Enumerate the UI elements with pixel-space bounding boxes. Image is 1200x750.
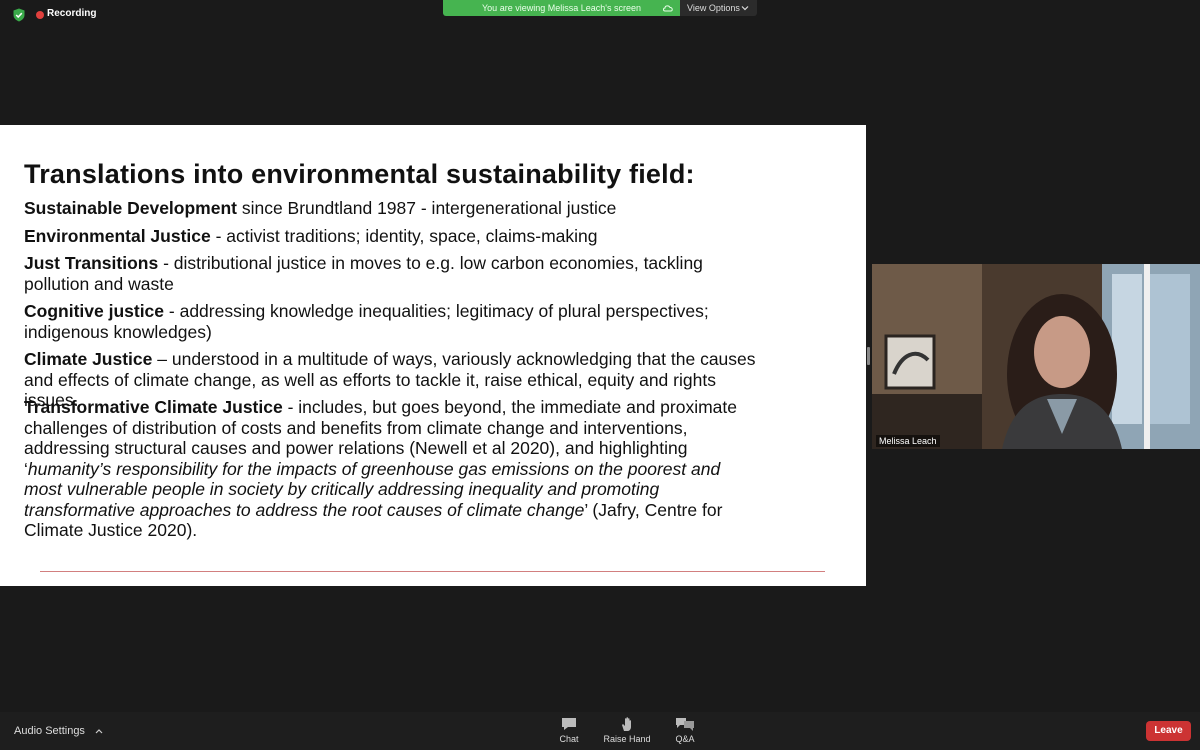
raise-hand-label: Raise Hand <box>603 734 651 744</box>
top-status-bar: Recording You are viewing Melissa Leach'… <box>0 0 1200 30</box>
audio-settings-button[interactable]: Audio Settings <box>14 725 85 737</box>
slide-paragraph: Cognitive justice - addressing knowledge… <box>24 301 759 342</box>
qa-label: Q&A <box>675 734 695 744</box>
qa-button[interactable]: Q&A <box>655 716 715 744</box>
recording-label: Recording <box>47 8 97 19</box>
raise-hand-button[interactable]: Raise Hand <box>597 716 657 744</box>
view-options-label: View Options <box>687 3 740 13</box>
qa-icon <box>676 718 694 731</box>
slide-divider <box>40 571 825 572</box>
paragraph-term: Cognitive justice <box>24 301 165 321</box>
cloud-icon <box>663 5 673 12</box>
chat-icon <box>562 718 576 730</box>
view-options-button[interactable]: View Options <box>680 0 757 16</box>
slide-title: Translations into environmental sustaina… <box>24 159 695 189</box>
leave-button[interactable]: Leave <box>1146 721 1191 741</box>
paragraph-text: since Brundtland 1987 - intergenerationa… <box>236 198 617 218</box>
participant-video-feed <box>872 264 1200 449</box>
recording-indicator-icon <box>36 11 44 19</box>
paragraph-term: Transformative Climate Justice <box>24 397 283 417</box>
chevron-down-icon <box>741 6 749 11</box>
chat-label: Chat <box>559 734 579 744</box>
participant-video-tile[interactable]: Melissa Leach <box>872 264 1200 449</box>
shield-icon <box>13 8 25 22</box>
paragraph-term: Just Transitions <box>24 253 159 273</box>
viewing-screen-banner: You are viewing Melissa Leach's screen <box>443 0 680 16</box>
participant-name-label: Melissa Leach <box>876 435 940 447</box>
slide-paragraph: Sustainable Development since Brundtland… <box>24 198 759 219</box>
chevron-up-icon[interactable] <box>95 728 103 734</box>
slide-paragraph: Environmental Justice - activist traditi… <box>24 226 759 247</box>
slide-paragraph: Transformative Climate Justice - include… <box>24 397 759 541</box>
chat-button[interactable]: Chat <box>539 716 599 744</box>
meeting-toolbar: Audio Settings Chat Raise Hand Q&A Leave <box>0 712 1200 750</box>
banner-text: You are viewing Melissa Leach's screen <box>482 3 641 13</box>
paragraph-text: - activist traditions; identity, space, … <box>210 226 598 246</box>
paragraph-term: Sustainable Development <box>24 198 237 218</box>
split-view-handle[interactable] <box>867 347 870 365</box>
hand-icon <box>622 717 631 731</box>
paragraph-term: Climate Justice <box>24 349 153 369</box>
paragraph-term: Environmental Justice <box>24 226 211 246</box>
shared-screen-slide: Translations into environmental sustaina… <box>0 125 866 586</box>
slide-paragraph: Just Transitions - distributional justic… <box>24 253 759 294</box>
